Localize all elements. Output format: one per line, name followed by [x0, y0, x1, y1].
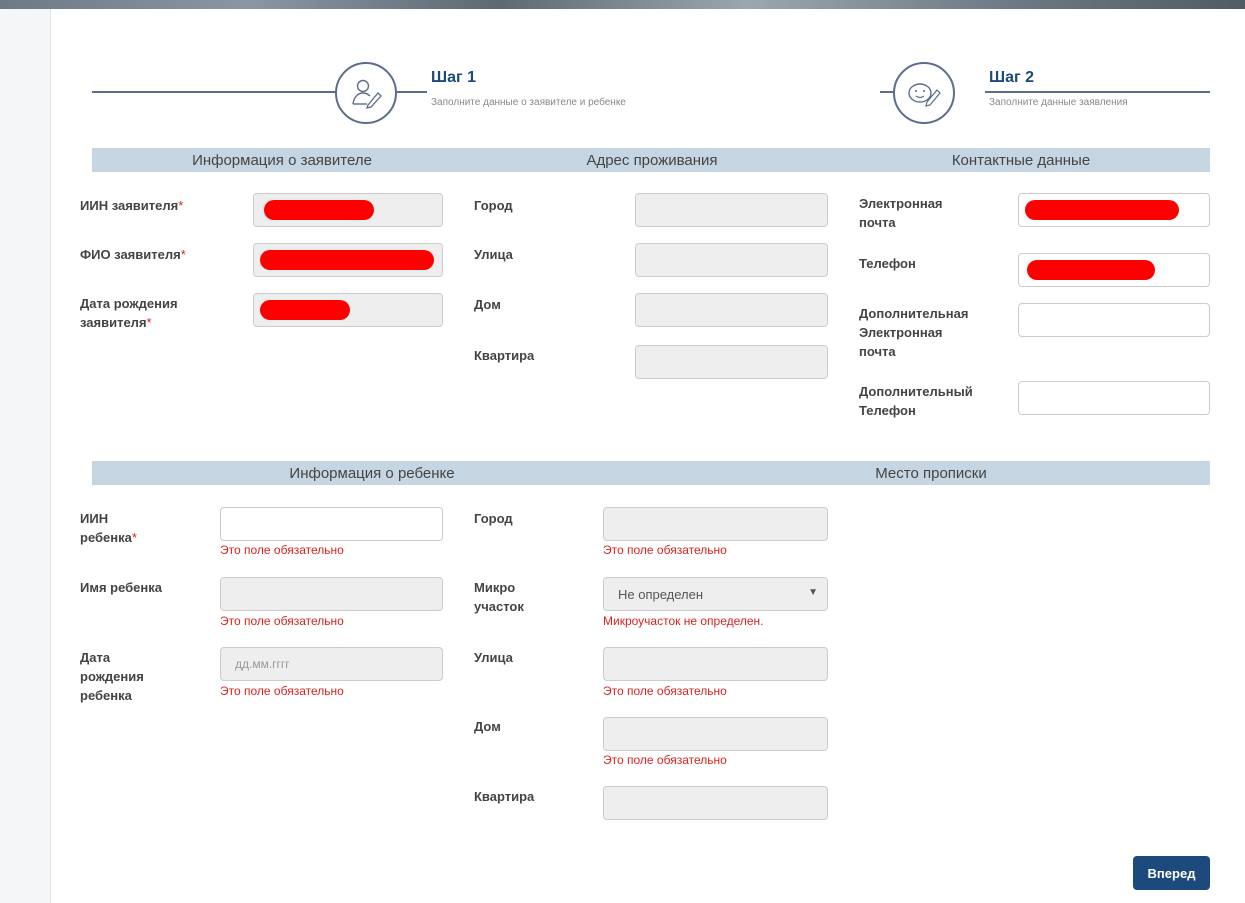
- child-dob-field[interactable]: дд.мм.гггг: [220, 647, 443, 681]
- child-dob-placeholder: дд.мм.гггг: [235, 657, 290, 671]
- user-signature-icon: [352, 79, 382, 109]
- redaction-mark: [264, 200, 374, 220]
- registration-house-label: Дом: [474, 719, 501, 734]
- step1-subtitle: Заполните данные о заявителе и ребенке: [431, 97, 626, 108]
- applicant-fio-label: ФИО заявителя*: [80, 247, 186, 262]
- registration-apartment-label: Квартира: [474, 789, 535, 804]
- address-house-label: Дом: [474, 297, 501, 312]
- step1-title: Шаг 1: [431, 69, 476, 86]
- address-apartment-label: Квартира: [474, 348, 535, 363]
- registration-street-field[interactable]: [603, 647, 828, 681]
- chevron-down-icon: ▼: [808, 587, 818, 598]
- redaction-mark: [260, 250, 434, 270]
- left-sidebar: [0, 9, 51, 903]
- registration-micro-label: Микро участок: [474, 580, 524, 614]
- applicant-dob-label: Дата рождения заявителя*: [80, 296, 178, 330]
- header-banner-image: [0, 0, 1245, 9]
- address-city-field[interactable]: [635, 193, 828, 227]
- address-street-label: Улица: [474, 247, 513, 262]
- child-dob-label: Дата рождения ребенка: [80, 650, 144, 703]
- next-button[interactable]: Вперед: [1133, 856, 1210, 890]
- redaction-mark: [260, 300, 350, 320]
- applicant-iin-field[interactable]: [253, 193, 443, 227]
- step2-line-right: [985, 91, 1210, 93]
- baby-face-icon: [908, 83, 941, 107]
- section-contacts-header: Контактные данные: [951, 152, 1091, 169]
- section-registration-header: Место прописки: [875, 465, 987, 482]
- registration-micro-error: Микроучасток не определен.: [603, 614, 764, 628]
- redaction-mark: [1027, 260, 1155, 280]
- redaction-mark: [1025, 200, 1179, 220]
- child-iin-field[interactable]: [220, 507, 443, 541]
- section-applicant-header: Информация о заявителе: [192, 152, 372, 169]
- child-name-field[interactable]: [220, 577, 443, 611]
- registration-house-error: Это поле обязательно: [603, 753, 727, 767]
- step1-circle: [335, 62, 397, 124]
- contact-extra-phone-label: Дополнительный Телефон: [859, 384, 973, 418]
- child-dob-error: Это поле обязательно: [220, 684, 344, 698]
- registration-apartment-field[interactable]: [603, 786, 828, 820]
- address-house-field[interactable]: [635, 293, 828, 327]
- contact-extra-phone-field[interactable]: [1018, 381, 1210, 415]
- registration-street-error: Это поле обязательно: [603, 684, 727, 698]
- registration-city-field[interactable]: [603, 507, 828, 541]
- contact-phone-label: Телефон: [859, 256, 916, 271]
- section-child-header: Информация о ребенке: [289, 465, 455, 482]
- applicant-iin-label: ИИН заявителя*: [80, 198, 184, 213]
- address-city-label: Город: [474, 198, 513, 213]
- applicant-dob-field[interactable]: [253, 293, 443, 327]
- contact-extra-email-field[interactable]: [1018, 303, 1210, 337]
- contact-email-label: Электронная почта: [859, 196, 943, 230]
- address-street-field[interactable]: [635, 243, 828, 277]
- child-name-label: Имя ребенка: [80, 580, 163, 595]
- step1-line-right: [397, 91, 427, 93]
- applicant-fio-field[interactable]: [253, 243, 443, 277]
- registration-house-field[interactable]: [603, 717, 828, 751]
- step2-title: Шаг 2: [989, 69, 1034, 86]
- step1-line: [92, 91, 337, 93]
- step2-circle: [893, 62, 955, 124]
- child-iin-label: ИИН ребенка*: [80, 511, 137, 545]
- contact-phone-field[interactable]: [1018, 253, 1210, 287]
- address-apartment-field[interactable]: [635, 345, 828, 379]
- child-name-error: Это поле обязательно: [220, 614, 344, 628]
- section-address-header: Адрес проживания: [586, 152, 718, 169]
- registration-micro-value: Не определен: [618, 587, 704, 602]
- contact-extra-email-label: Дополнительная Электронная почта: [859, 306, 969, 359]
- child-iin-error: Это поле обязательно: [220, 543, 344, 557]
- step2-subtitle: Заполните данные заявления: [989, 97, 1128, 108]
- registration-street-label: Улица: [474, 650, 513, 665]
- registration-city-error: Это поле обязательно: [603, 543, 727, 557]
- contact-email-field[interactable]: [1018, 193, 1210, 227]
- registration-city-label: Город: [474, 511, 513, 526]
- registration-micro-select[interactable]: Не определен ▼: [603, 577, 828, 611]
